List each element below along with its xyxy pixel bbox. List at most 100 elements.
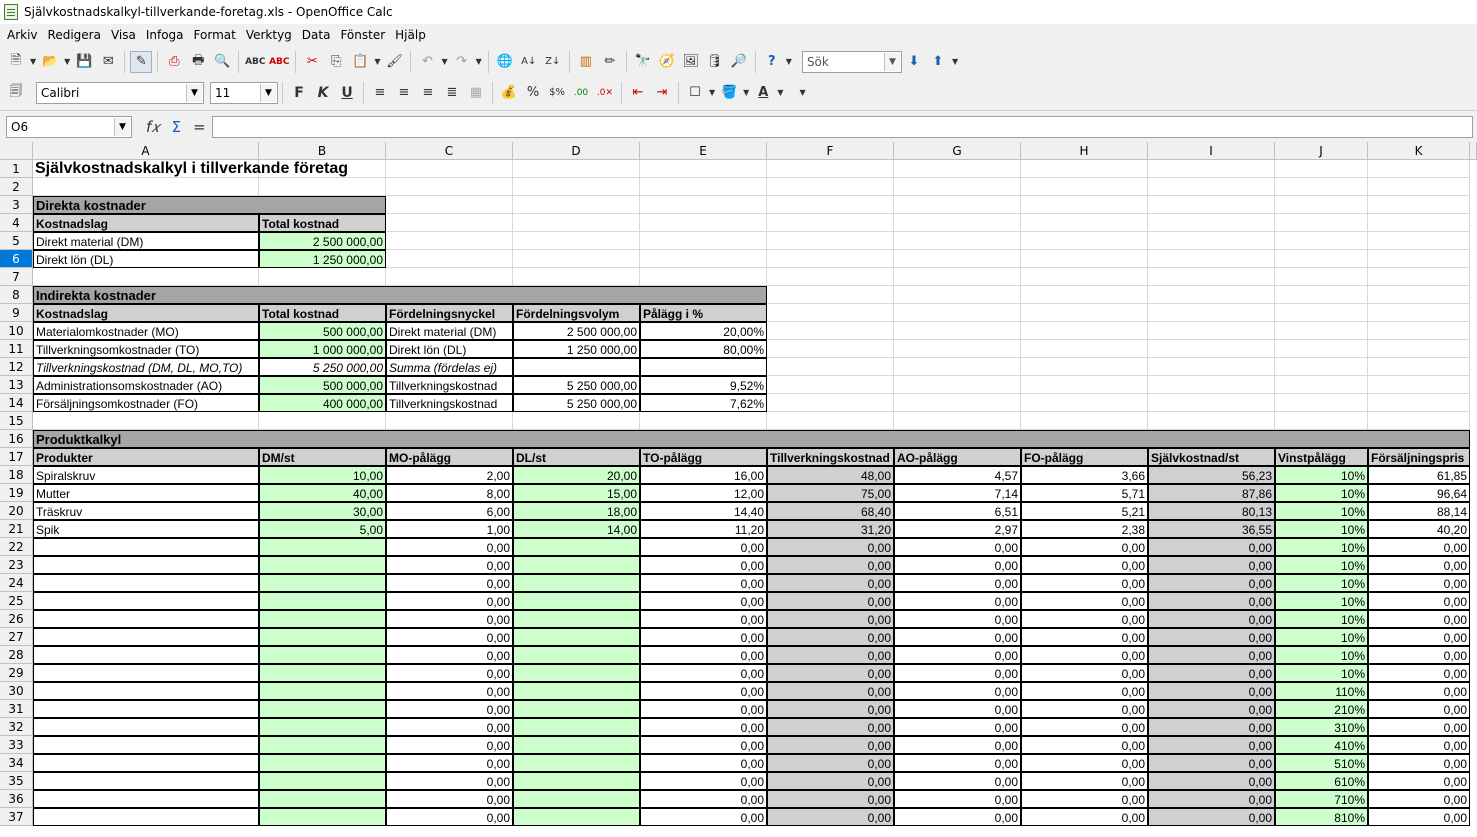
cell[interactable] [386,214,513,232]
product-cell[interactable]: 0,00 [894,610,1021,628]
product-cell[interactable]: 0,00 [640,664,767,682]
product-cell[interactable]: 0,00 [1148,754,1275,772]
cell[interactable] [386,268,513,286]
product-cell[interactable]: 20,00 [513,466,640,484]
cell[interactable] [767,178,894,196]
product-cell[interactable]: 0,00 [894,736,1021,754]
product-cell[interactable]: Spik [33,520,259,538]
cell[interactable] [386,250,513,268]
product-cell[interactable] [33,610,259,628]
product-cell[interactable]: 0,00 [1368,682,1470,700]
product-cell[interactable]: 87,86 [1148,484,1275,502]
row-header[interactable]: 31 [0,700,33,718]
column-label[interactable]: Fördelningsvolym [513,304,640,322]
product-cell[interactable]: 0,00 [1148,682,1275,700]
indirect-cost-cell[interactable]: Materialomkostnader (MO) [33,322,259,340]
product-cell[interactable]: 68,40 [767,502,894,520]
cell[interactable] [1148,304,1275,322]
indirect-cost-cell[interactable]: 20,00% [640,322,767,340]
product-cell[interactable]: 0,00 [1148,574,1275,592]
cell[interactable] [640,232,767,250]
cell[interactable] [894,286,1021,304]
product-cell[interactable]: 0,00 [1368,556,1470,574]
product-cell[interactable]: 0,00 [1368,610,1470,628]
product-cell[interactable]: 0,00 [894,808,1021,826]
product-cell[interactable]: 0,00 [1368,538,1470,556]
indirect-cost-cell[interactable]: Tillverkningskostnad [386,394,513,412]
new-document-icon[interactable]: 🗎 [5,51,27,73]
product-cell[interactable]: 0,00 [640,682,767,700]
row-header[interactable]: 24 [0,574,33,592]
product-cell[interactable]: 0,00 [1148,646,1275,664]
product-cell[interactable]: 0,00 [1148,538,1275,556]
cell[interactable] [1275,412,1368,430]
product-cell[interactable]: 0,00 [1368,754,1470,772]
cell[interactable] [1021,232,1148,250]
indirect-cost-cell[interactable]: 500 000,00 [259,376,386,394]
product-cell[interactable] [33,808,259,826]
cell[interactable] [767,412,894,430]
chevron-down-icon[interactable]: ▼ [186,83,202,102]
cell[interactable] [1368,412,1470,430]
column-label[interactable]: TO-pålägg [640,448,767,466]
cell[interactable] [640,268,767,286]
row-header[interactable]: 21 [0,520,33,538]
cell[interactable] [1148,214,1275,232]
product-cell[interactable]: 0,00 [640,610,767,628]
product-cell[interactable]: 0,00 [640,556,767,574]
cell[interactable] [1368,394,1470,412]
product-cell[interactable]: 0,00 [640,628,767,646]
font-color-icon[interactable]: A [752,82,774,104]
product-cell[interactable] [259,610,386,628]
product-cell[interactable] [33,592,259,610]
chevron-down-icon[interactable]: ▼ [777,88,783,97]
menu-item[interactable]: Visa [106,28,141,42]
product-cell[interactable] [513,664,640,682]
cell[interactable] [259,412,386,430]
indirect-cost-cell[interactable]: 500 000,00 [259,322,386,340]
product-cell[interactable]: 0,00 [1021,682,1148,700]
row-header[interactable]: 23 [0,556,33,574]
product-cell[interactable]: 0,00 [640,538,767,556]
cell[interactable] [640,412,767,430]
indirect-cost-cell[interactable]: Tillverkningskostnad [386,376,513,394]
product-cell[interactable] [513,682,640,700]
product-cell[interactable]: 0,00 [1148,628,1275,646]
product-cell[interactable]: 0,00 [767,574,894,592]
indirect-cost-cell[interactable]: Tillverkningskostnad (DM, DL, MO,TO) [33,358,259,376]
row-header[interactable]: 1 [0,160,33,178]
find-next-icon[interactable]: ⬇ [903,51,925,73]
product-cell[interactable]: 10% [1275,574,1368,592]
product-cell[interactable] [513,736,640,754]
delete-decimal-icon[interactable]: .0✕ [594,82,616,104]
row-header[interactable]: 25 [0,592,33,610]
column-header[interactable]: E [640,142,767,160]
cell[interactable] [894,412,1021,430]
product-cell[interactable]: Spiralskruv [33,466,259,484]
product-cell[interactable]: 0,00 [640,772,767,790]
edit-mode-icon[interactable]: ✎ [130,50,153,73]
cell[interactable] [1021,412,1148,430]
row-header[interactable]: 14 [0,394,33,412]
product-cell[interactable] [33,754,259,772]
currency-format-icon[interactable]: 💰 [498,82,520,104]
cell[interactable] [259,178,386,196]
product-cell[interactable]: 0,00 [894,646,1021,664]
product-cell[interactable]: 0,00 [386,664,513,682]
indirect-cost-cell[interactable] [513,358,640,376]
product-cell[interactable]: 0,00 [894,718,1021,736]
row-header[interactable]: 3 [0,196,33,214]
product-cell[interactable]: 0,00 [1021,592,1148,610]
cell[interactable] [640,196,767,214]
product-cell[interactable]: 0,00 [640,646,767,664]
cell[interactable] [640,178,767,196]
menu-item[interactable]: Redigera [43,28,106,42]
redo-icon[interactable]: ↷ [451,51,473,73]
menu-item[interactable]: Infoga [141,28,189,42]
sort-ascending-icon[interactable]: A↓ [518,51,540,73]
menu-item[interactable]: Format [189,28,241,42]
product-cell[interactable]: 0,00 [767,628,894,646]
row-header[interactable]: 9 [0,304,33,322]
product-cell[interactable]: 0,00 [386,556,513,574]
product-cell[interactable]: 40,00 [259,484,386,502]
